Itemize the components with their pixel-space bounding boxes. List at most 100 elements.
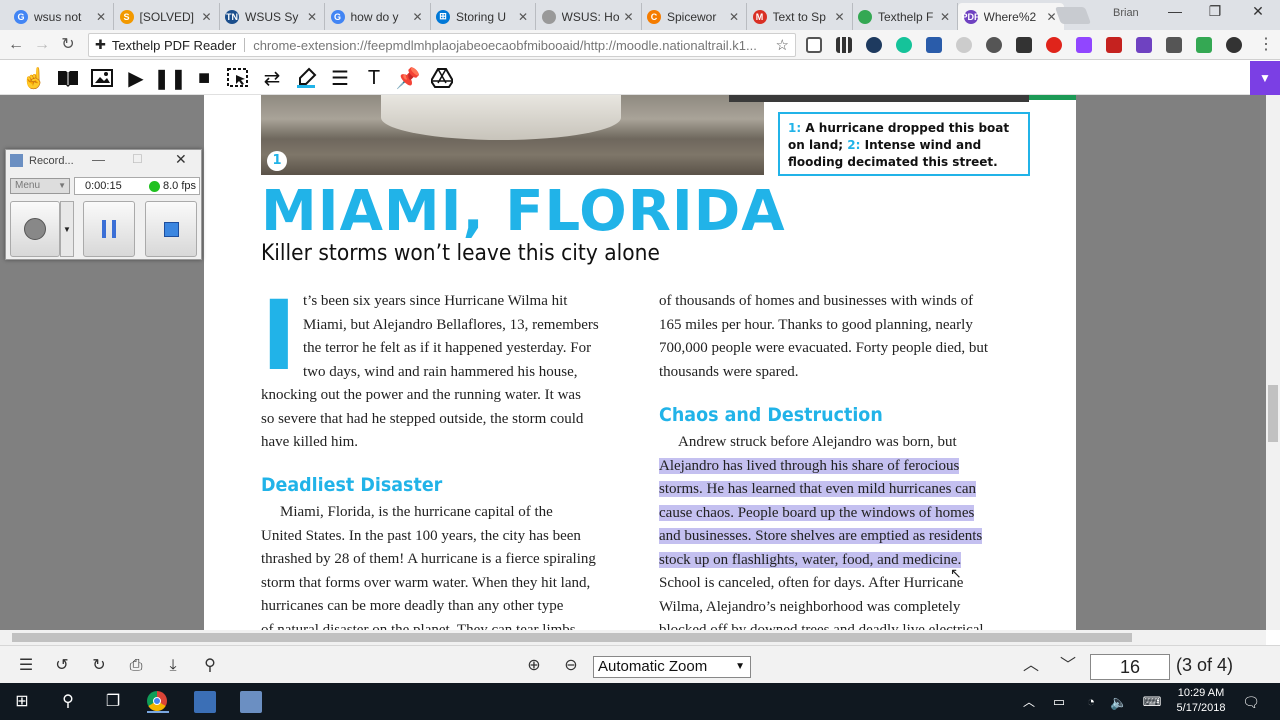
tab-close-icon[interactable]: ✕ — [623, 10, 635, 24]
rotate-ccw-icon[interactable]: ↺ — [52, 656, 72, 676]
previous-page-icon[interactable]: ︿ — [1021, 656, 1041, 676]
vertical-scroll-thumb[interactable] — [1268, 385, 1278, 442]
grammarly-icon[interactable] — [896, 37, 912, 53]
tab-close-icon[interactable]: ✕ — [517, 10, 529, 24]
book-icon[interactable] — [56, 67, 80, 89]
page-number-input[interactable]: 16 — [1090, 654, 1170, 680]
tab-0[interactable]: Gwsus not ✕ — [8, 3, 114, 30]
extension-icon-6[interactable] — [956, 37, 972, 53]
windows-start-icon[interactable]: ⊞ — [11, 691, 33, 713]
highlighted-text[interactable]: and businesses. Store shelves are emptie… — [659, 528, 983, 544]
battery-icon[interactable]: ▭ — [1048, 691, 1070, 713]
stop-icon[interactable]: ■ — [192, 67, 216, 89]
profile-name[interactable]: Brian — [1113, 7, 1139, 19]
extension-icon-7[interactable] — [986, 37, 1002, 53]
recorder-app-icon[interactable] — [240, 691, 262, 713]
tab-3[interactable]: Ghow do y ✕ — [325, 3, 431, 30]
tab-close-icon[interactable]: ✕ — [939, 10, 951, 24]
highlighter-icon[interactable] — [294, 67, 318, 89]
gmail-icon[interactable] — [1106, 37, 1122, 53]
new-tab-button[interactable] — [1054, 7, 1092, 24]
text-tool-icon[interactable]: T — [362, 67, 386, 89]
drive-icon[interactable] — [430, 67, 454, 89]
system-clock[interactable]: 10:29 AM 5/17/2018 — [1168, 686, 1234, 716]
shield-icon[interactable] — [1016, 37, 1032, 53]
pause-icon[interactable]: ❚❚ — [153, 67, 187, 90]
bookmark-star-icon[interactable]: ☆ — [776, 36, 789, 54]
tab-6[interactable]: C Spicewor ✕ — [641, 3, 747, 30]
network-app-icon[interactable] — [194, 691, 216, 713]
extension-icon-5[interactable] — [926, 37, 942, 53]
forward-button[interactable]: → — [32, 35, 52, 55]
keyboard-icon[interactable]: ⌨ — [1141, 691, 1163, 713]
pin-icon[interactable]: 📌 — [396, 67, 421, 90]
minimize-button[interactable]: — — [1155, 3, 1195, 23]
screen-select-icon[interactable] — [226, 67, 250, 89]
apps-grid-icon[interactable] — [836, 37, 852, 53]
maximize-button[interactable]: ❐ — [1195, 3, 1235, 23]
twitch-icon[interactable] — [1076, 37, 1092, 53]
tab-9[interactable]: PDF Where%2 ✕ — [957, 3, 1064, 30]
tab-7[interactable]: M Text to Sp ✕ — [747, 3, 853, 30]
address-bar[interactable]: ✚ Texthelp PDF Reader chrome-extension:/… — [88, 33, 796, 57]
wifi-icon[interactable]: ◔ — [1080, 691, 1102, 713]
pause-button[interactable] — [83, 201, 135, 257]
recorder-close-button[interactable]: ✕ — [175, 151, 187, 168]
zoom-out-icon[interactable]: ⊖ — [561, 656, 581, 676]
tab-close-icon[interactable]: ✕ — [412, 10, 424, 24]
classroom-icon[interactable] — [1196, 37, 1212, 53]
horizontal-scroll-thumb[interactable] — [12, 633, 1132, 642]
pdf-extension-icon[interactable] — [1136, 37, 1152, 53]
hand-point-icon[interactable]: ☝ — [22, 67, 47, 90]
highlighted-text[interactable]: stock up on flashlights, water, food, an… — [659, 551, 962, 568]
recorder-menu-dropdown[interactable]: Menu ▼ — [10, 178, 70, 194]
opera-icon[interactable] — [1046, 37, 1062, 53]
play-icon[interactable]: ▶ — [124, 67, 148, 90]
chrome-menu-icon[interactable]: ⋮ — [1256, 35, 1276, 55]
sync-extension-icon[interactable] — [1226, 37, 1242, 53]
recorder-maximize-button[interactable]: ☐ — [132, 152, 143, 166]
zoom-in-icon[interactable]: ⊕ — [524, 656, 544, 676]
next-page-icon[interactable]: ﹀ — [1058, 656, 1078, 676]
reload-button[interactable]: ↻ — [58, 35, 78, 55]
back-button[interactable]: ← — [6, 35, 26, 55]
chrome-taskbar-icon[interactable] — [147, 691, 169, 713]
highlighted-text[interactable]: storms. He has learned that even mild hu… — [659, 481, 976, 497]
volume-icon[interactable]: 🔈 — [1108, 691, 1130, 713]
highlighted-text[interactable]: Alejandro has lived through his share of… — [659, 457, 960, 474]
task-view-icon[interactable]: ❐ — [102, 691, 124, 713]
vertical-scrollbar[interactable] — [1266, 95, 1280, 630]
tab-8[interactable]: Texthelp F ✕ — [852, 3, 958, 30]
tab-close-icon[interactable]: ✕ — [728, 10, 740, 24]
tab-close-icon[interactable]: ✕ — [95, 10, 107, 24]
print-icon[interactable]: ⎙ — [126, 656, 146, 676]
tab-2[interactable]: TN WSUS Sy ✕ — [219, 3, 325, 30]
rocket-icon[interactable] — [1166, 37, 1182, 53]
new-extension-icon[interactable] — [866, 37, 882, 53]
zoom-select[interactable]: Automatic Zoom ▼ — [593, 656, 751, 678]
outline-list-icon[interactable]: ☰ — [16, 656, 36, 676]
tab-close-icon[interactable]: ✕ — [306, 10, 318, 24]
tab-5[interactable]: WSUS: Ho ✕ — [536, 3, 642, 30]
tab-1[interactable]: S [SOLVED] ✕ — [114, 3, 220, 30]
search-icon[interactable]: ⚲ — [200, 656, 220, 676]
close-window-button[interactable]: ✕ — [1238, 3, 1278, 23]
notifications-icon[interactable]: 🗨 — [1240, 691, 1262, 713]
record-button[interactable] — [10, 201, 60, 257]
recorder-minimize-button[interactable]: — — [92, 152, 105, 167]
show-hidden-icons[interactable]: ︿ — [1018, 691, 1040, 713]
highlighted-text[interactable]: cause chaos. People board up the windows… — [659, 504, 975, 521]
search-icon[interactable]: ⚲ — [57, 691, 79, 713]
horizontal-scrollbar[interactable] — [0, 630, 1266, 645]
tab-4[interactable]: ⊞ Storing U ✕ — [430, 3, 536, 30]
texthelp-menu-button[interactable]: ▼ — [1250, 61, 1280, 95]
shuffle-icon[interactable]: ⇄ — [260, 67, 284, 90]
list-icon[interactable]: ☰ — [328, 67, 352, 90]
rotate-cw-icon[interactable]: ↻ — [89, 656, 109, 676]
tab-close-icon[interactable]: ✕ — [834, 10, 846, 24]
picture-icon[interactable] — [90, 67, 114, 89]
stop-button[interactable] — [145, 201, 197, 257]
download-icon[interactable]: ⤓ — [163, 656, 183, 676]
screenshot-extension-icon[interactable] — [806, 37, 822, 53]
record-options-dropdown[interactable]: ▼ — [60, 201, 74, 257]
